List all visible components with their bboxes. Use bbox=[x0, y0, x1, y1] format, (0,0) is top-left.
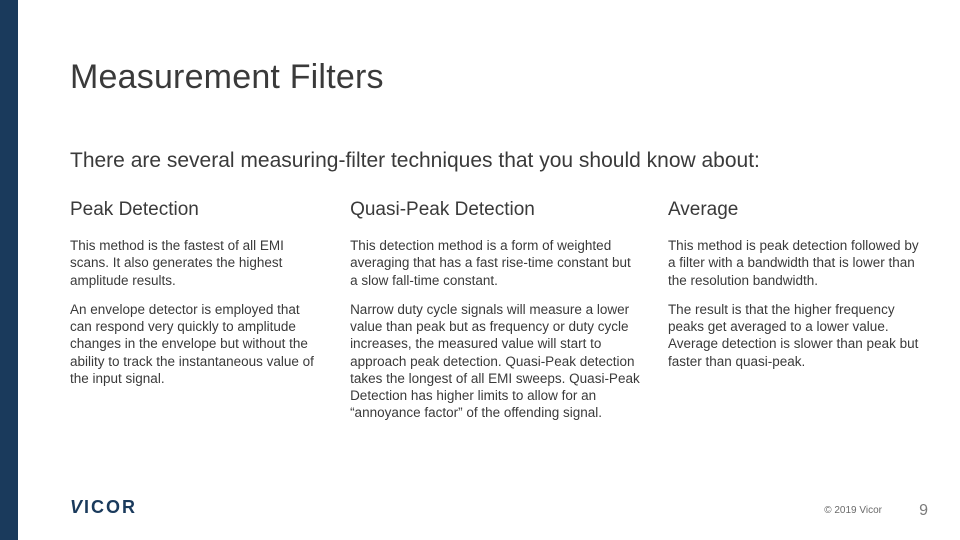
intro-text: There are several measuring-filter techn… bbox=[70, 149, 920, 173]
content-area: Measurement Filters There are several me… bbox=[70, 58, 920, 434]
vicor-logo: VICOR bbox=[70, 497, 137, 518]
body-paragraph: The result is that the higher frequency … bbox=[668, 301, 920, 370]
accent-side-bar bbox=[0, 0, 18, 540]
column-average: Average This method is peak detection fo… bbox=[668, 199, 920, 434]
body-paragraph: An envelope detector is employed that ca… bbox=[70, 301, 322, 387]
column-heading: Average bbox=[668, 199, 920, 221]
body-paragraph: This detection method is a form of weigh… bbox=[350, 237, 640, 289]
column-quasi-peak-detection: Quasi-Peak Detection This detection meth… bbox=[350, 199, 640, 434]
body-paragraph: This method is the fastest of all EMI sc… bbox=[70, 237, 322, 289]
page-number: 9 bbox=[919, 502, 928, 520]
slide: Measurement Filters There are several me… bbox=[0, 0, 960, 540]
logo-text: ICOR bbox=[84, 497, 137, 517]
copyright-text: © 2019 Vicor bbox=[824, 505, 882, 516]
body-paragraph: This method is peak detection followed b… bbox=[668, 237, 920, 289]
column-heading: Quasi-Peak Detection bbox=[350, 199, 640, 221]
columns-container: Peak Detection This method is the fastes… bbox=[70, 199, 920, 434]
column-heading: Peak Detection bbox=[70, 199, 322, 221]
slide-title: Measurement Filters bbox=[70, 58, 920, 97]
column-peak-detection: Peak Detection This method is the fastes… bbox=[70, 199, 322, 434]
body-paragraph: Narrow duty cycle signals will measure a… bbox=[350, 301, 640, 422]
